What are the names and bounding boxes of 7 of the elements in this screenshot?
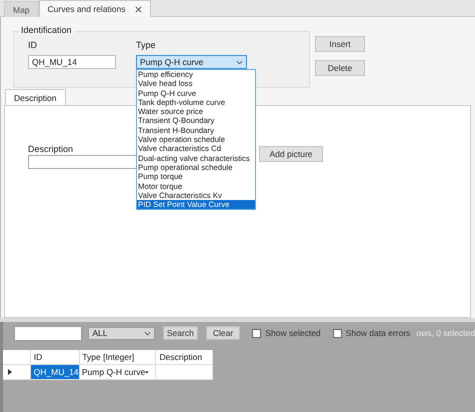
- checkbox-label: Show selected: [265, 328, 321, 338]
- status-text: ows, 0 selected: [416, 328, 475, 338]
- type-label: Type: [136, 40, 157, 50]
- id-label: ID: [28, 40, 38, 50]
- group-title: Identification: [19, 25, 74, 35]
- checkbox-label: Show data errors: [346, 328, 410, 338]
- description-label: Description: [28, 144, 74, 154]
